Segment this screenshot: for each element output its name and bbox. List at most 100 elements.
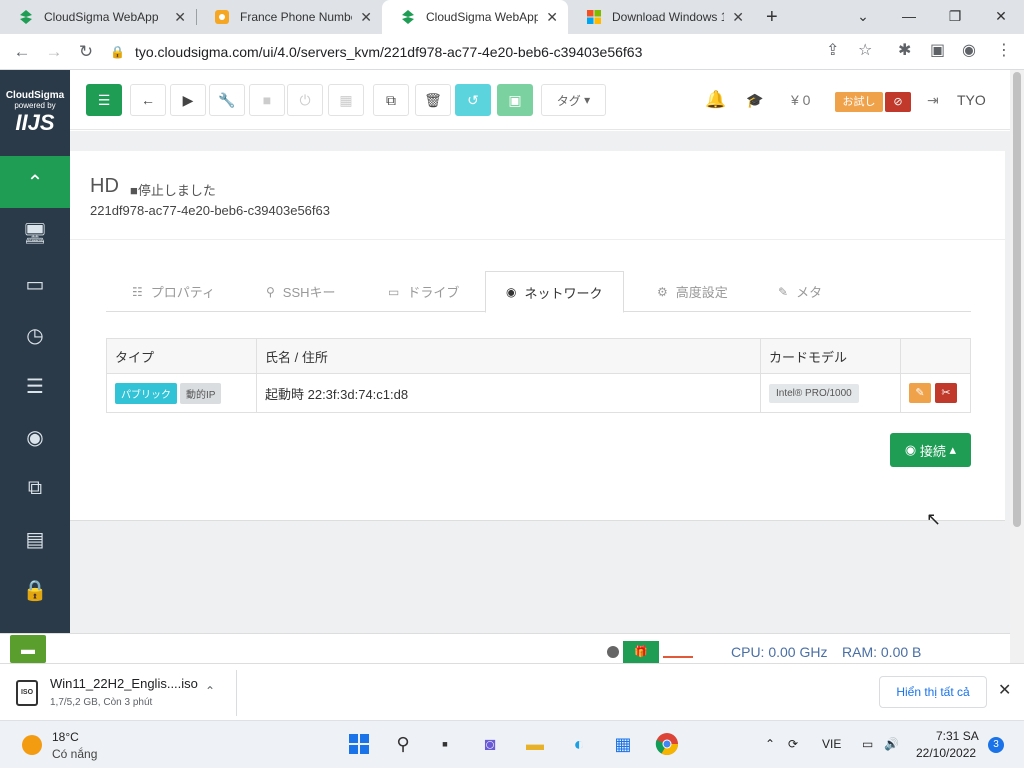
address-bar: ← → ↻ 🔒 tyo.cloudsigma.com/ui/4.0/server… [0, 34, 1024, 70]
table-header[interactable]: 氏名 / 住所 [257, 339, 761, 373]
notification-count-badge[interactable]: 3 [988, 737, 1004, 753]
file-explorer-icon[interactable]: ▬ [522, 731, 548, 757]
minimize-icon[interactable]: — [886, 0, 932, 34]
browser-tab-active[interactable]: CloudSigma WebApp ✕ [382, 0, 568, 34]
cloudsigma-logo[interactable]: CloudSigma powered by IIJS [0, 70, 70, 156]
sidebar-item-servers[interactable]: 🖥 [0, 208, 70, 259]
clock-time[interactable]: 7:31 SA [936, 729, 979, 743]
sync-icon[interactable]: ⟳ [788, 737, 798, 751]
tab-search-chevron-icon[interactable]: ⌄ [840, 0, 886, 34]
menu-button[interactable]: ☰ [86, 84, 122, 116]
tray-chevron-up-icon[interactable]: ⌃ [765, 737, 775, 751]
undo-button[interactable]: ↺ [455, 84, 491, 116]
start-button[interactable]: ▶ [170, 84, 206, 116]
tab-close-icon[interactable]: ✕ [174, 9, 186, 26]
unlink-icon: ✂ [941, 387, 951, 399]
side-panel-icon[interactable]: ▣ [930, 40, 945, 60]
back-arrow-icon[interactable]: ← [10, 40, 34, 64]
restore-icon[interactable]: ❐ [932, 0, 978, 34]
save-button[interactable]: ▣ [497, 84, 533, 116]
sidebar-item-security[interactable]: 🔒 [0, 565, 70, 616]
store-icon[interactable]: ▦ [610, 731, 636, 757]
table-header[interactable]: タイプ [107, 339, 257, 373]
sidebar-item-snapshots[interactable]: ◷ [0, 310, 70, 361]
sidebar-item-tags[interactable]: ⧉ [0, 463, 70, 514]
connect-dropdown-button[interactable]: ◉ 接続 ▴ [890, 433, 971, 467]
page-scrollbar[interactable] [1010, 70, 1024, 663]
show-all-downloads-button[interactable]: Hiển thị tất cả [879, 676, 987, 708]
back-button[interactable]: ← [130, 84, 166, 116]
extensions-puzzle-icon[interactable]: ✱ [898, 40, 911, 60]
windows-start-icon[interactable] [346, 731, 372, 757]
tab-close-icon[interactable]: ✕ [546, 9, 558, 26]
trial-stop-button[interactable]: ⊘ [885, 92, 911, 112]
sidebar-item-collapse[interactable]: ⌃ [0, 156, 70, 208]
remove-nic-button[interactable]: ✂ [935, 383, 957, 403]
tab-ssh-keys[interactable]: ⚲ SSHキー [266, 271, 336, 312]
mouse-cursor-icon: ↖ [926, 509, 942, 529]
sidebar-item-drives[interactable]: ▭ [0, 259, 70, 310]
language-indicator[interactable]: VIE [822, 737, 841, 751]
clone-button[interactable]: ⧉ [373, 84, 409, 116]
gift-button[interactable]: 🎁 [623, 641, 659, 663]
table-header[interactable]: カードモデル [761, 339, 901, 373]
tab-meta[interactable]: ✎ メタ [778, 271, 822, 312]
browser-menu-icon[interactable]: ⋮ [996, 40, 1012, 60]
browser-tab[interactable]: Download Windows 11 ✕ [568, 0, 754, 34]
settings-button[interactable]: 🔧 [209, 84, 245, 116]
share-icon[interactable]: ⇪ [826, 40, 839, 60]
sidebar-item-list[interactable]: ☰ [0, 361, 70, 412]
delete-button[interactable]: 🗑 [415, 84, 451, 116]
sidebar-item-network[interactable]: ◉ [0, 412, 70, 463]
teams-chat-icon[interactable]: ◙ [477, 731, 503, 757]
tab-drives[interactable]: ▭ ドライブ [388, 271, 459, 312]
bell-icon[interactable]: 🔔 [705, 90, 726, 110]
weather-description[interactable]: Có nắng [52, 747, 97, 761]
region-label[interactable]: TYO [957, 92, 986, 108]
tab-close-icon[interactable]: ✕ [732, 9, 744, 26]
tab-properties[interactable]: ☷ プロパティ [132, 271, 215, 312]
chat-button[interactable]: ▬ [10, 635, 46, 663]
chevron-up-icon[interactable]: ⌃ [205, 684, 215, 698]
logout-icon[interactable]: ⇥ [927, 92, 939, 109]
address-cell: 起動時 22:3f:3d:74:c1:d8 [257, 374, 761, 412]
close-download-bar-icon[interactable]: ✕ [998, 680, 1011, 700]
tab-close-icon[interactable]: ✕ [360, 9, 372, 26]
reload-icon[interactable]: ↻ [74, 40, 98, 64]
close-window-icon[interactable]: ✕ [978, 0, 1024, 34]
graduation-cap-icon[interactable]: 🎓 [746, 92, 763, 109]
browser-tab[interactable]: France Phone Number ✕ [196, 0, 382, 34]
network-table: タイプ 氏名 / 住所 カードモデル パブリック 動的IP 起動時 22:3f:… [106, 338, 971, 413]
monitor-icon: 🖥 [22, 223, 48, 245]
display-icon[interactable]: ▭ [862, 737, 873, 751]
chrome-browser-icon[interactable] [654, 731, 680, 757]
clock-date[interactable]: 22/10/2022 [916, 746, 976, 760]
table-row[interactable]: パブリック 動的IP 起動時 22:3f:3d:74:c1:d8 Intel® … [107, 374, 970, 412]
console-button[interactable]: ▦ [328, 84, 364, 116]
edit-nic-button[interactable]: ✎ [909, 383, 931, 403]
bookmark-star-icon[interactable]: ☆ [858, 40, 872, 60]
profile-avatar-icon[interactable]: ◉ [962, 40, 976, 60]
browser-tab[interactable]: CloudSigma WebApp ✕ [0, 0, 196, 34]
balance-value[interactable]: ¥ 0 [791, 92, 810, 108]
tab-network[interactable]: ◉ ネットワーク [485, 271, 624, 313]
tag-dropdown[interactable]: タグ ▾ [541, 84, 606, 116]
new-tab-plus-icon[interactable]: + [766, 6, 778, 29]
search-icon[interactable]: ⚲ [390, 731, 416, 757]
stop-button[interactable]: ■ [249, 84, 285, 116]
scrollbar-thumb[interactable] [1013, 72, 1021, 527]
sun-weather-icon[interactable] [22, 735, 42, 755]
table-header [901, 339, 970, 373]
volume-icon[interactable]: 🔊 [884, 737, 899, 751]
hamburger-icon: ☰ [97, 91, 111, 108]
weather-temperature[interactable]: 18°C [52, 730, 79, 744]
tab-advanced[interactable]: ⚙ 高度設定 [657, 271, 728, 312]
trial-badge[interactable]: お試し [835, 92, 883, 112]
task-view-icon[interactable]: ▪ [432, 731, 458, 757]
download-filename[interactable]: Win11_22H2_Englis....iso [50, 676, 198, 691]
sidebar-item-billing[interactable]: ▤ [0, 514, 70, 565]
power-button[interactable]: ⏻ [287, 84, 323, 116]
forward-arrow-icon[interactable]: → [42, 40, 66, 64]
edge-browser-icon[interactable]: ◐ [566, 731, 592, 757]
url-input[interactable]: 🔒 tyo.cloudsigma.com/ui/4.0/servers_kvm/… [110, 38, 885, 66]
